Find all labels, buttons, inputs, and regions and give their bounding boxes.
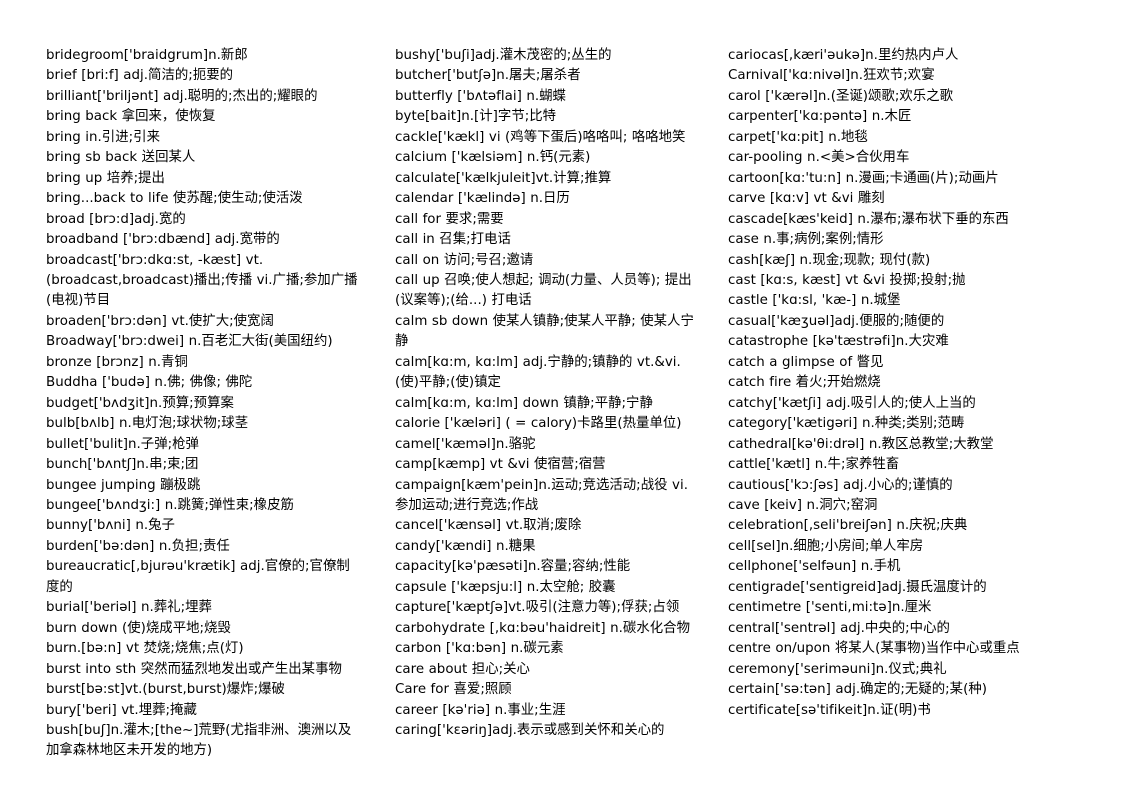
word-list-columns: bridegroom['braidgrum]n.新郎 brief [bri:f] … (46, 46, 1093, 762)
dictionary-entry: call for 要求;需要 (395, 211, 504, 227)
dictionary-entry: carol ['kærəl]n.(圣诞)颂歌;欢乐之歌 (728, 88, 954, 104)
dictionary-entry: catch a glimpse of 瞥见 (728, 354, 884, 370)
dictionary-entry: capsule ['kæpsju:l] n.太空舱; 胶囊 (395, 579, 616, 595)
dictionary-entry: carve [kɑ:v] vt &vi 雕刻 (728, 191, 885, 207)
dictionary-entry: catastrophe [kə'tæstrəfi]n.大灾难 (728, 334, 949, 350)
dictionary-entry: Broadway['brɔ:dwei] n.百老汇大街(美国纽约) (46, 334, 333, 350)
dictionary-entry: campaign[kæm'pein]n.运动;竞选活动;战役 vi.参加运动;进… (395, 477, 688, 513)
dictionary-entry: Buddha ['budə] n.佛; 佛像; 佛陀 (46, 375, 253, 391)
dictionary-entry: candy['kændi] n.糖果 (395, 538, 536, 554)
dictionary-entry: Carnival['kɑ:nivəl]n.狂欢节;欢宴 (728, 68, 935, 84)
dictionary-entry: burial['beriəl] n.葬礼;埋葬 (46, 600, 212, 616)
dictionary-entry: bushy['buʃi]adj.灌木茂密的;丛生的 (395, 48, 612, 63)
dictionary-entry: cast [kɑ:s, kæst] vt &vi 投掷;投射;抛 (728, 272, 966, 288)
dictionary-entry: call on 访问;号召;邀请 (395, 252, 534, 268)
dictionary-entry: care about 担心;关心 (395, 661, 530, 677)
dictionary-entry: calcium ['kælsiəm] n.钙(元素) (395, 150, 591, 166)
dictionary-entry: bunny['bʌni] n.兔子 (46, 518, 175, 534)
dictionary-entry: cascade[kæs'keid] n.瀑布;瀑布状下垂的东西 (728, 211, 1009, 227)
dictionary-entry: burn down (使)烧成平地;烧毁 (46, 620, 231, 636)
dictionary-entry: centigrade['sentigreid]adj.摄氏温度计的 (728, 579, 987, 595)
dictionary-entry: carpet['kɑ:pit] n.地毯 (728, 129, 868, 145)
document-page: bridegroom['braidgrum]n.新郎 brief [bri:f] … (0, 0, 1123, 794)
dictionary-entry: burst[bə:st]vt.(burst,burst)爆炸;爆破 (46, 682, 285, 698)
dictionary-entry: certain['sə:tən] adj.确定的;无疑的;某(种) (728, 682, 987, 698)
dictionary-entry: certificate[sə'tifikeit]n.证(明)书 (728, 702, 931, 718)
dictionary-entry: cellphone['selfəun] n.手机 (728, 559, 901, 575)
dictionary-entry: cell[sel]n.细胞;小房间;单人牢房 (728, 538, 924, 554)
dictionary-entry: carbohydrate [,kɑ:bəu'haidreit] n.碳水化合物 (395, 620, 690, 636)
dictionary-entry: career [kə'riə] n.事业;生涯 (395, 702, 566, 718)
dictionary-entry: cash[kæʃ] n.现金;现款; 现付(款) (728, 252, 931, 268)
dictionary-entry: bulb[bʌlb] n.电灯泡;球状物;球茎 (46, 416, 249, 432)
dictionary-entry: cave [keiv] n.洞穴;窑洞 (728, 497, 878, 513)
dictionary-entry: bridegroom['braidgrum]n.新郎 (46, 48, 248, 63)
word-list-column-2: bushy['buʃi]adj.灌木茂密的;丛生的 butcher['butʃə]… (379, 46, 712, 741)
dictionary-entry: budget['bʌdʒit]n.预算;预算案 (46, 395, 234, 411)
dictionary-entry: bring sb back 送回某人 (46, 150, 196, 166)
dictionary-entry: centre on/upon 将某人(某事物)当作中心或重点 (728, 641, 1020, 657)
dictionary-entry: cartoon[kɑ:'tu:n] n.漫画;卡通画(片);动画片 (728, 170, 999, 186)
dictionary-entry: brief [bri:f] adj.简洁的;扼要的 (46, 68, 234, 84)
dictionary-entry: calm sb down 使某人镇静;使某人平静; 使某人宁静 (395, 313, 694, 350)
dictionary-entry: calendar ['kælində] n.日历 (395, 191, 570, 207)
dictionary-entry: celebration[,seli'breiʃən] n.庆祝;庆典 (728, 518, 968, 534)
dictionary-entry: bush[buʃ]n.灌木;[the~]荒野(尤指非洲、澳洲以及加拿森林地区未开… (46, 722, 352, 759)
dictionary-entry: centimetre ['senti,mi:tə]n.厘米 (728, 600, 932, 616)
dictionary-entry: bronze [brɔnz] n.青铜 (46, 354, 188, 370)
dictionary-entry: bring up 培养;提出 (46, 170, 165, 186)
dictionary-entry: cattle['kætl] n.牛;家养牲畜 (728, 457, 900, 473)
dictionary-entry: cackle['kækl] vi (鸡等下蛋后)咯咯叫; 咯咯地笑 (395, 129, 686, 145)
dictionary-entry: byte[bait]n.[计]字节;比特 (395, 109, 557, 125)
dictionary-entry: cautious['kɔ:ʃəs] adj.小心的;谨慎的 (728, 477, 953, 493)
dictionary-entry: butcher['butʃə]n.屠夫;屠杀者 (395, 68, 581, 84)
dictionary-entry: burst into sth 突然而猛烈地发出或产生出某事物 (46, 661, 342, 677)
dictionary-entry: burn.[bə:n] vt 焚烧;烧焦;点(灯) (46, 641, 244, 657)
dictionary-entry: ceremony['seriməuni]n.仪式;典礼 (728, 661, 947, 677)
dictionary-entry: capacity[kə'pæsəti]n.容量;容纳;性能 (395, 559, 631, 575)
dictionary-entry: calm[kɑ:m, kɑ:lm] down 镇静;平静;宁静 (395, 395, 653, 411)
dictionary-entry: bungee jumping 蹦极跳 (46, 477, 201, 493)
dictionary-entry: car-pooling n.<美>合伙用车 (728, 150, 910, 166)
dictionary-entry: carbon ['kɑ:bən] n.碳元素 (395, 641, 564, 657)
dictionary-entry: bungee['bʌndʒi:] n.跳簧;弹性束;橡皮筋 (46, 497, 294, 513)
dictionary-entry: caring['kɛəriŋ]adj.表示或感到关怀和关心的 (395, 722, 665, 738)
dictionary-entry: bring...back to life 使苏醒;使生动;使活泼 (46, 191, 303, 207)
dictionary-entry: butterfly ['bʌtəflai] n.蝴蝶 (395, 88, 566, 104)
dictionary-entry: bring back 拿回来，使恢复 (46, 109, 216, 125)
dictionary-entry: carpenter['kɑ:pəntə] n.木匠 (728, 109, 912, 125)
dictionary-entry: bury['beri] vt.埋葬;掩藏 (46, 702, 197, 718)
dictionary-entry: bunch['bʌntʃ]n.串;束;团 (46, 457, 199, 473)
dictionary-entry: calm[kɑ:m, kɑ:lm] adj.宁静的;镇静的 vt.&vi.(使)… (395, 354, 681, 391)
dictionary-entry: bureaucratic[,bjurəu'krætik] adj.官僚的;官僚制… (46, 559, 350, 595)
dictionary-entry: catchy['kætʃi] adj.吸引人的;使人上当的 (728, 395, 976, 411)
word-list-column-3: cariocas[,kæri'əukə]n.里约热内卢人 Carnival['kɑ… (712, 46, 1045, 721)
dictionary-entry: broad [brɔ:d]adj.宽的 (46, 211, 186, 227)
dictionary-entry: Care for 喜爱;照顾 (395, 682, 512, 698)
dictionary-entry: broaden['brɔ:dən] vt.使扩大;使宽阔 (46, 313, 274, 329)
dictionary-entry: bring in.引进;引来 (46, 129, 160, 145)
dictionary-entry: burden['bə:dən] n.负担;责任 (46, 538, 230, 554)
dictionary-entry: central['sentrəl] adj.中央的;中心的 (728, 620, 950, 636)
dictionary-entry: category['kætigəri] n.种类;类别;范畴 (728, 416, 965, 432)
dictionary-entry: castle ['kɑ:sl, 'kæ-] n.城堡 (728, 293, 901, 309)
dictionary-entry: casual['kæʒuəl]adj.便服的;随便的 (728, 313, 945, 329)
dictionary-entry: cancel['kænsəl] vt.取消;废除 (395, 518, 582, 534)
dictionary-entry: camel['kæməl]n.骆驼 (395, 436, 536, 452)
dictionary-entry: capture['kæptʃə]vt.吸引(注意力等);俘获;占领 (395, 600, 680, 616)
dictionary-entry: case n.事;病例;案例;情形 (728, 232, 884, 248)
dictionary-entry: camp[kæmp] vt &vi 使宿营;宿营 (395, 457, 606, 473)
dictionary-entry: calorie ['kæləri] ( = calory)卡路里(热量单位) (395, 416, 682, 432)
word-list-column-1: bridegroom['braidgrum]n.新郎 brief [bri:f] … (46, 46, 379, 762)
dictionary-entry: calculate['kælkjuleit]vt.计算;推算 (395, 170, 612, 186)
dictionary-entry: call in 召集;打电话 (395, 232, 511, 248)
dictionary-entry: broadcast['brɔ:dkɑ:st, -kæst] vt.(broadc… (46, 252, 358, 309)
dictionary-entry: bullet['bulit]n.子弹;枪弹 (46, 436, 199, 452)
dictionary-entry: cathedral[kə'θi:drəl] n.教区总教堂;大教堂 (728, 436, 994, 452)
dictionary-entry: call up 召唤;使人想起; 调动(力量、人员等); 提出(议案等);(给.… (395, 272, 692, 309)
dictionary-entry: broadband ['brɔ:dbænd] adj.宽带的 (46, 232, 280, 248)
dictionary-entry: cariocas[,kæri'əukə]n.里约热内卢人 (728, 48, 959, 63)
dictionary-entry: catch fire 着火;开始燃烧 (728, 375, 881, 391)
dictionary-entry: brilliant['briljənt] adj.聪明的;杰出的;耀眼的 (46, 88, 318, 104)
